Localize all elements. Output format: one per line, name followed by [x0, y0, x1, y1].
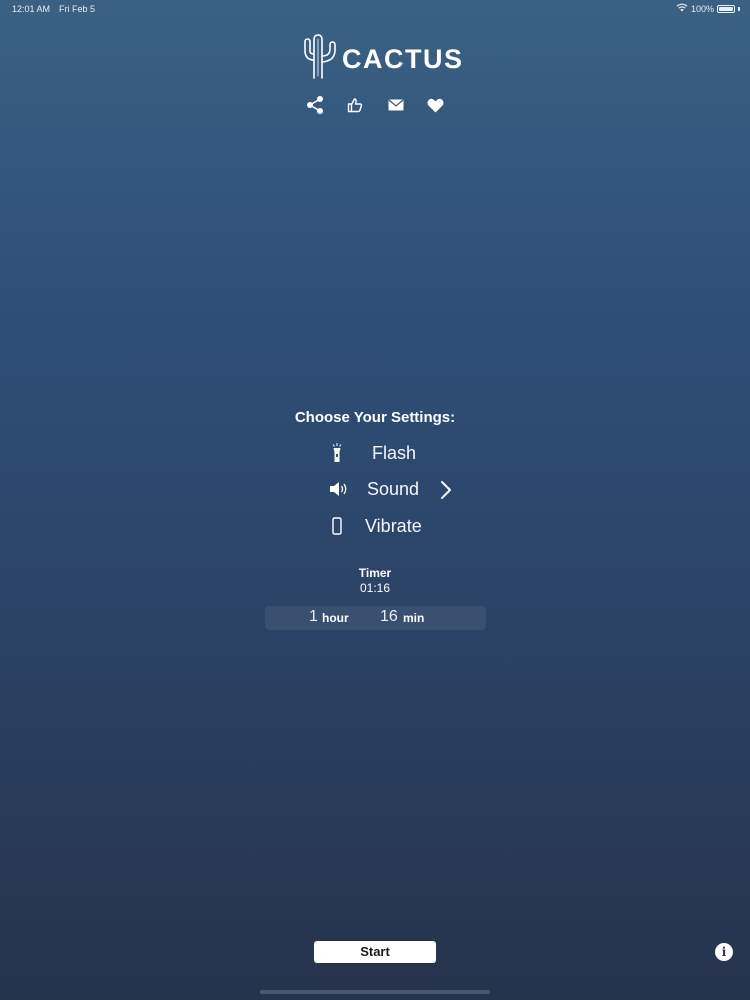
flash-label: Flash — [372, 443, 417, 463]
phone-icon — [331, 516, 343, 536]
social-bar — [304, 94, 449, 116]
speaker-icon — [329, 480, 349, 498]
status-time: 12:01 AM — [12, 4, 51, 14]
battery-cap — [738, 6, 740, 11]
hours-value[interactable]: 1 — [309, 608, 318, 626]
flashlight-icon — [330, 443, 344, 463]
cactus-icon — [300, 32, 336, 80]
sound-label: Sound — [367, 479, 420, 499]
status-right: 100% — [676, 3, 740, 14]
app-logo: CACTUS — [300, 32, 464, 80]
wifi-icon — [676, 3, 688, 14]
minutes-unit: min — [403, 611, 425, 625]
share-icon[interactable] — [304, 94, 326, 116]
thumbs-up-icon[interactable] — [344, 94, 366, 116]
setting-vibrate[interactable]: Vibrate — [0, 513, 750, 543]
timer-value: 01:16 — [359, 581, 391, 595]
timer-title: Timer — [358, 566, 392, 580]
info-icon[interactable]: i — [715, 943, 733, 961]
heart-icon[interactable] — [424, 94, 446, 116]
app-name: CACTUS — [342, 43, 464, 74]
status-date: Fri Feb 5 — [59, 4, 96, 14]
start-button[interactable]: Start — [314, 941, 436, 963]
minutes-value[interactable]: 16 — [380, 608, 398, 626]
battery-icon — [717, 4, 735, 13]
setting-flash[interactable]: Flash — [0, 440, 750, 470]
mail-icon[interactable] — [385, 94, 407, 116]
hours-unit: hour — [322, 611, 349, 625]
settings-title: Choose Your Settings: — [294, 409, 456, 426]
chevron-right-icon[interactable] — [439, 479, 453, 501]
vibrate-label: Vibrate — [365, 516, 422, 536]
status-bar: 12:01 AM Fri Feb 5 100% — [0, 0, 750, 18]
timer-picker[interactable]: 1 hour 16 min — [265, 606, 486, 630]
battery-percent: 100% — [690, 3, 714, 14]
setting-sound[interactable]: Sound — [0, 476, 750, 506]
home-indicator[interactable] — [260, 990, 490, 994]
